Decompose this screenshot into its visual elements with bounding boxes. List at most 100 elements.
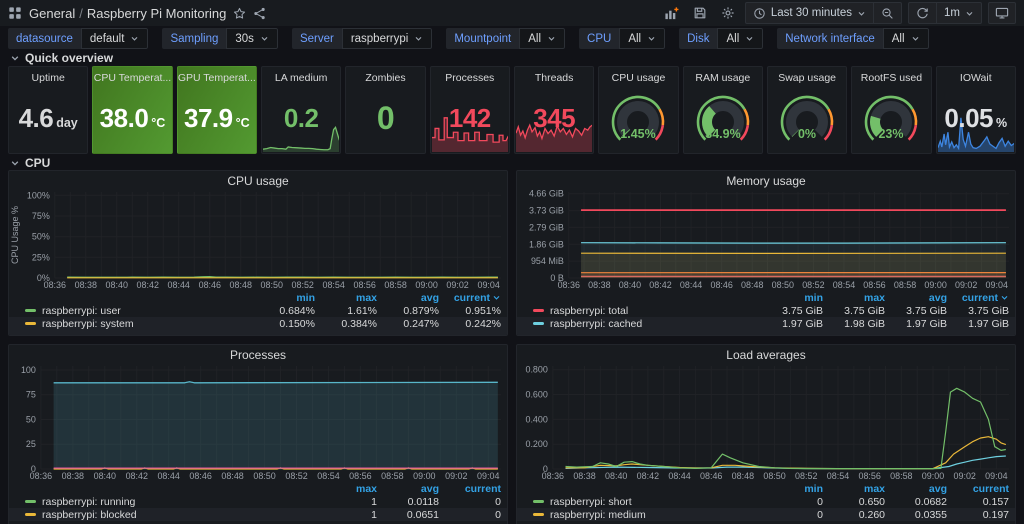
legend: minmaxavgcurrentraspberrypi: short00.650…	[517, 482, 1015, 521]
svg-text:08:36: 08:36	[44, 280, 66, 290]
breadcrumb-folder[interactable]: General	[29, 6, 75, 21]
legend-series-label[interactable]: raspberrypi: blocked	[42, 509, 137, 521]
variable-value-dropdown[interactable]: raspberrypi	[342, 28, 433, 49]
stat-panel-title[interactable]: GPU Temperat...	[178, 67, 256, 83]
chevron-down-icon	[10, 53, 20, 63]
row-header-cpu[interactable]: CPU	[10, 157, 1014, 169]
legend-series-label[interactable]: raspberrypi: total	[550, 305, 628, 317]
legend-sort-max[interactable]: max	[315, 483, 377, 495]
stat-panel-title[interactable]: RAM usage	[684, 67, 762, 83]
gear-icon	[721, 6, 735, 20]
panel-title[interactable]: CPU usage	[9, 171, 507, 188]
svg-text:08:38: 08:38	[573, 471, 595, 481]
variable-label: Disk	[679, 28, 717, 49]
legend-value: 0.684%	[253, 305, 315, 317]
stat-panel-title[interactable]: Zombies	[346, 67, 424, 83]
legend-sort-avg[interactable]: avg	[377, 292, 439, 304]
stat-panel-title[interactable]: Uptime	[9, 67, 87, 83]
legend-row: raspberrypi: blocked10.06510	[9, 508, 507, 521]
svg-text:08:38: 08:38	[75, 280, 97, 290]
legend-sort-avg[interactable]: avg	[377, 483, 439, 495]
cycle-view-mode-button[interactable]	[988, 2, 1016, 24]
stat-panel-title[interactable]: Processes	[431, 67, 509, 83]
stat-panel-title[interactable]: Swap usage	[768, 67, 846, 83]
legend-series-label[interactable]: raspberrypi: short	[550, 496, 632, 508]
add-panel-button[interactable]	[660, 4, 683, 23]
panel-title[interactable]: Load averages	[517, 345, 1015, 362]
panel-title[interactable]: Processes	[9, 345, 507, 362]
svg-text:09:04: 09:04	[985, 471, 1007, 481]
stat-panel-title[interactable]: CPU Temperat...	[93, 67, 171, 83]
gauge: 1.45%	[600, 92, 676, 144]
legend-sort-max[interactable]: max	[315, 292, 377, 304]
stat-panel-title[interactable]: LA medium	[262, 67, 340, 83]
legend-series-label[interactable]: raspberrypi: system	[42, 318, 134, 330]
svg-text:08:56: 08:56	[353, 280, 375, 290]
gauge: 0%	[769, 92, 845, 144]
legend-sort-current[interactable]: current	[439, 292, 501, 304]
legend-sort-current[interactable]: current	[947, 292, 1009, 304]
legend-sort-current[interactable]: current	[439, 483, 501, 495]
load-averages-plot[interactable]: 00.2000.4000.6000.80008:3608:3808:4008:4…	[517, 362, 1015, 482]
legend-series-label[interactable]: raspberrypi: cached	[550, 318, 642, 330]
variable-value-dropdown[interactable]: All	[883, 28, 929, 49]
variable-value-dropdown[interactable]: 30s	[226, 28, 278, 49]
variable-value-dropdown[interactable]: default	[81, 28, 149, 49]
svg-text:4.66 GiB: 4.66 GiB	[529, 189, 564, 199]
cpu-usage-plot[interactable]: 0%25%50%75%100%08:3608:3808:4008:4208:44…	[9, 188, 507, 291]
svg-text:08:48: 08:48	[221, 471, 243, 481]
svg-text:08:46: 08:46	[199, 280, 221, 290]
dashboards-grid-icon[interactable]	[8, 6, 22, 20]
dashboard-settings-button[interactable]	[717, 4, 739, 22]
stat-panel-title[interactable]: Threads	[515, 67, 593, 83]
svg-text:08:46: 08:46	[700, 471, 722, 481]
legend-sort-min[interactable]: min	[253, 292, 315, 304]
variable-datasource: datasourcedefault	[8, 28, 148, 49]
svg-text:08:36: 08:36	[558, 280, 580, 290]
variable-value-dropdown[interactable]: All	[519, 28, 565, 49]
stat-panel-zombies: Zombies0	[345, 66, 425, 154]
legend-sort-current[interactable]: current	[947, 483, 1009, 495]
svg-text:50%: 50%	[32, 232, 50, 242]
svg-text:09:02: 09:02	[953, 471, 975, 481]
stat-panel-threads: Threads345	[514, 66, 594, 154]
row-header-quick-overview[interactable]: Quick overview	[10, 52, 1014, 64]
legend-value: 0.0682	[885, 496, 947, 508]
memory-usage-plot[interactable]: 0 B954 MiB1.86 GiB2.79 GiB3.73 GiB4.66 G…	[517, 188, 1015, 291]
variable-value-dropdown[interactable]: All	[619, 28, 665, 49]
variable-mountpoint: MountpointAll	[446, 28, 565, 49]
clock-icon	[753, 7, 766, 20]
processes-plot[interactable]: 025507510008:3608:3808:4008:4208:4408:46…	[9, 362, 507, 482]
stat-panel-title[interactable]: RootFS used	[852, 67, 930, 83]
stat-panel-title[interactable]: IOWait	[937, 67, 1015, 83]
refresh-button[interactable]	[909, 3, 936, 23]
legend-series-label[interactable]: raspberrypi: running	[42, 496, 135, 508]
row-header-label: Quick overview	[25, 52, 113, 64]
svg-text:08:54: 08:54	[317, 471, 339, 481]
legend-header: maxavgcurrent	[9, 482, 507, 495]
save-icon	[693, 6, 707, 20]
svg-text:08:58: 08:58	[384, 280, 406, 290]
panel-title[interactable]: Memory usage	[517, 171, 1015, 188]
svg-text:09:00: 09:00	[924, 280, 946, 290]
time-range-picker[interactable]: Last 30 minutes	[746, 3, 873, 23]
legend-value: 0.0355	[885, 509, 947, 521]
legend-sort-avg[interactable]: avg	[885, 292, 947, 304]
star-icon[interactable]	[233, 7, 246, 20]
chevron-down-icon	[547, 34, 556, 43]
stat-panel-swap-usage: Swap usage 0%	[767, 66, 847, 154]
share-icon[interactable]	[253, 7, 266, 20]
save-dashboard-button[interactable]	[689, 4, 711, 22]
chart-panel-load-averages: Load averages 00.2000.4000.6000.80008:36…	[516, 344, 1016, 524]
legend-sort-avg[interactable]: avg	[885, 483, 947, 495]
variable-value-dropdown[interactable]: All	[717, 28, 763, 49]
legend-sort-max[interactable]: max	[823, 483, 885, 495]
refresh-interval-dropdown[interactable]: 1m	[936, 3, 981, 23]
legend-sort-min[interactable]: min	[761, 483, 823, 495]
stat-panel-title[interactable]: CPU usage	[599, 67, 677, 83]
legend-sort-min[interactable]: min	[761, 292, 823, 304]
zoom-out-button[interactable]	[873, 3, 901, 23]
legend-series-label[interactable]: raspberrypi: medium	[550, 509, 646, 521]
legend-series-label[interactable]: raspberrypi: user	[42, 305, 121, 317]
legend-sort-max[interactable]: max	[823, 292, 885, 304]
